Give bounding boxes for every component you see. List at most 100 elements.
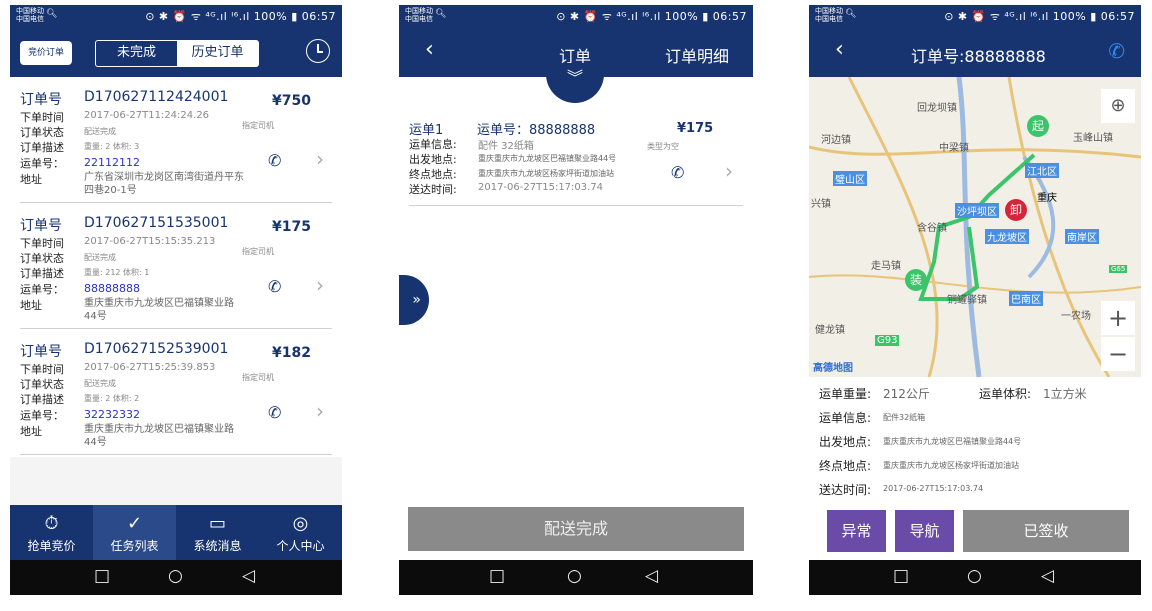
order-desc: 重量: 212 体积: 1 xyxy=(84,268,150,277)
clock-icon[interactable] xyxy=(306,39,330,63)
order-time-label: 下单时间 xyxy=(20,237,64,250)
volume-label: 运单体积: xyxy=(979,387,1032,401)
list-item[interactable]: 订单号 D170627151535001 ¥175 指定司机 下单时间 2017… xyxy=(10,203,342,329)
order-state: 配送完成 xyxy=(84,127,116,136)
tab-incomplete[interactable]: 未完成 xyxy=(96,41,177,66)
order-time: 2017-06-27T15:25:39.853 xyxy=(84,362,216,373)
zoom-out-button[interactable]: − xyxy=(1101,337,1135,371)
order-state: 配送完成 xyxy=(84,253,116,262)
assigned-driver-tag: 指定司机 xyxy=(242,121,274,130)
info-label: 运单信息: xyxy=(819,411,872,425)
route-map[interactable]: 回龙坝镇 河边镇 中梁镇 玉峰山镇 江北区 璧山区 重庆 沙坪坝区 兴镇 含谷镇… xyxy=(809,77,1141,377)
order-time-label: 下单时间 xyxy=(20,111,64,124)
chevron-right-icon[interactable]: › xyxy=(725,159,733,183)
locate-icon[interactable]: ⊕ xyxy=(1101,89,1135,123)
waybill-number: 运单号：88888888 xyxy=(477,123,596,138)
order-state-label: 订单状态 xyxy=(20,378,64,391)
collapse-handle-icon[interactable]: ︾ xyxy=(546,63,604,103)
order-id: D170627151535001 xyxy=(84,215,229,231)
order-desc: 重量: 2 体积: 3 xyxy=(84,142,140,151)
chevron-right-icon[interactable]: › xyxy=(316,399,324,423)
phone-icon[interactable]: ✆ xyxy=(671,163,684,182)
waybill-label: 运单号： xyxy=(20,409,64,422)
map-canvas xyxy=(809,77,1141,377)
info-value: 配件32纸箱 xyxy=(883,413,926,422)
message-icon: ▭ xyxy=(208,513,226,534)
order-state-label: 订单状态 xyxy=(20,252,64,265)
order-state-label: 订单状态 xyxy=(20,126,64,139)
order-number-label: 订单号 xyxy=(20,218,62,234)
timer-icon: ⏱ xyxy=(44,513,59,534)
system-nav-bar: □ ○ ◁ xyxy=(10,560,342,595)
unload-marker[interactable]: 卸 xyxy=(1005,199,1027,221)
home-icon[interactable]: ○ xyxy=(168,566,183,586)
delivery-complete-button[interactable]: 配送完成 xyxy=(408,507,744,551)
system-nav-bar: □ ○ ◁ xyxy=(809,560,1141,595)
back-triangle-icon[interactable]: ◁ xyxy=(242,566,255,586)
waybill-link[interactable]: 32232332 xyxy=(84,408,140,421)
back-triangle-icon[interactable]: ◁ xyxy=(645,566,658,586)
order-time: 2017-06-27T11:24:24.26 xyxy=(84,110,210,121)
list-item[interactable]: 订单号 D170627152539001 ¥182 指定司机 下单时间 2017… xyxy=(10,329,342,455)
info-label: 运单信息: xyxy=(409,138,457,151)
start-marker[interactable]: 起 xyxy=(1027,115,1049,137)
zoom-in-button[interactable]: + xyxy=(1101,301,1135,335)
waybill-type: 类型为空 xyxy=(647,142,679,151)
phone-icon[interactable]: ✆ xyxy=(268,277,281,296)
tab-bidding[interactable]: ⏱ 抢单竞价 xyxy=(10,505,93,560)
divider xyxy=(409,205,743,206)
info-value: 配件 32纸箱 xyxy=(478,141,534,152)
recents-icon[interactable]: □ xyxy=(893,566,909,586)
system-nav-bar: □ ○ ◁ xyxy=(399,560,753,595)
to-label: 终点地点: xyxy=(409,168,457,181)
to-value: 重庆重庆市九龙坡区杨家坪街道加油站 xyxy=(478,169,614,178)
waybill-label: 运单号： xyxy=(20,157,64,170)
back-triangle-icon[interactable]: ◁ xyxy=(1041,566,1054,586)
status-bar: 中国移动 中国电信 🔍︎ ⊙ ✱ ⏰ ᯤ ⁴ᴳ.ıl ᴵ⁶.ıl 100% ▮ 0… xyxy=(399,5,753,27)
bid-orders-button[interactable]: 竞价订单 xyxy=(20,41,72,65)
tab-messages[interactable]: ▭ 系统消息 xyxy=(176,505,259,560)
status-bar: 中国移动 中国电信 🔍︎ ⊙ ✱ ⏰ ᯤ ⁴ᴳ.ıl ᴵ⁶.ıl 100% ▮ 0… xyxy=(10,5,342,27)
recents-icon[interactable]: □ xyxy=(489,566,505,586)
weight-label: 运单重量: xyxy=(819,387,872,401)
tab-history[interactable]: 历史订单 xyxy=(177,41,258,66)
recents-icon[interactable]: □ xyxy=(94,566,110,586)
list-item[interactable]: 订单号 D170627112424001 ¥750 指定司机 下单时间 2017… xyxy=(10,77,342,203)
load-marker[interactable]: 装 xyxy=(905,269,927,291)
back-arrow-icon[interactable]: ‹ xyxy=(835,37,844,62)
order-id: D170627112424001 xyxy=(84,89,229,105)
assigned-driver-tag: 指定司机 xyxy=(242,247,274,256)
order-desc-label: 订单描述 xyxy=(20,393,64,406)
phone-screen-order-list: 中国移动 中国电信 🔍︎ ⊙ ✱ ⏰ ᯤ ⁴ᴳ.ıl ᴵ⁶.ıl 100% ▮ 0… xyxy=(10,5,342,595)
signed-button[interactable]: 已签收 xyxy=(963,510,1129,552)
phone-call-icon[interactable]: ✆ xyxy=(1108,39,1125,63)
waybill-link[interactable]: 88888888 xyxy=(84,282,140,295)
address-label: 地址 xyxy=(20,425,42,438)
order-price: ¥182 xyxy=(272,345,311,361)
volume-value: 1立方米 xyxy=(1043,387,1087,401)
phone-icon[interactable]: ✆ xyxy=(268,403,281,422)
back-arrow-icon[interactable]: ‹ xyxy=(425,37,434,62)
expand-side-icon[interactable]: » xyxy=(399,275,429,325)
time-value: 2017-06-27T15:17:03.74 xyxy=(883,484,984,493)
order-desc: 重量: 2 体积: 2 xyxy=(84,394,140,403)
order-address: 广东省深圳市龙岗区南湾街道丹平东四巷20-1号 xyxy=(84,172,244,196)
phone-icon[interactable]: ✆ xyxy=(268,151,281,170)
chevron-right-icon[interactable]: › xyxy=(316,273,324,297)
tab-task-list[interactable]: ✓ 任务列表 xyxy=(93,505,176,560)
abnormal-button[interactable]: 异常 xyxy=(827,510,886,552)
status-indicators: ⊙ ✱ ⏰ ᯤ ⁴ᴳ.ıl ᴵ⁶.ıl 100% ▮ 06:57 xyxy=(145,10,336,23)
waybill-link[interactable]: 22112112 xyxy=(84,156,140,169)
tab-profile[interactable]: ◎ 个人中心 xyxy=(259,505,342,560)
navigate-button[interactable]: 导航 xyxy=(895,510,954,552)
order-detail-link[interactable]: 订单明细 xyxy=(665,43,729,67)
home-icon[interactable]: ○ xyxy=(967,566,982,586)
status-bar: 中国移动 中国电信 🔍︎ ⊙ ✱ ⏰ ᯤ ⁴ᴳ.ıl ᴵ⁶.ıl 100% ▮ 0… xyxy=(809,5,1141,27)
from-value: 重庆重庆市九龙坡区巴福镇聚业路44号 xyxy=(883,437,1022,446)
order-address: 重庆重庆市九龙坡区巴福镇聚业路44号 xyxy=(84,298,234,322)
order-segmented-control: 未完成 历史订单 xyxy=(95,40,259,67)
carrier-label: 中国移动 中国电信 xyxy=(16,7,44,23)
chevron-right-icon[interactable]: › xyxy=(316,147,324,171)
home-icon[interactable]: ○ xyxy=(567,566,582,586)
to-value: 重庆重庆市九龙坡区杨家坪街道加油站 xyxy=(883,461,1019,470)
